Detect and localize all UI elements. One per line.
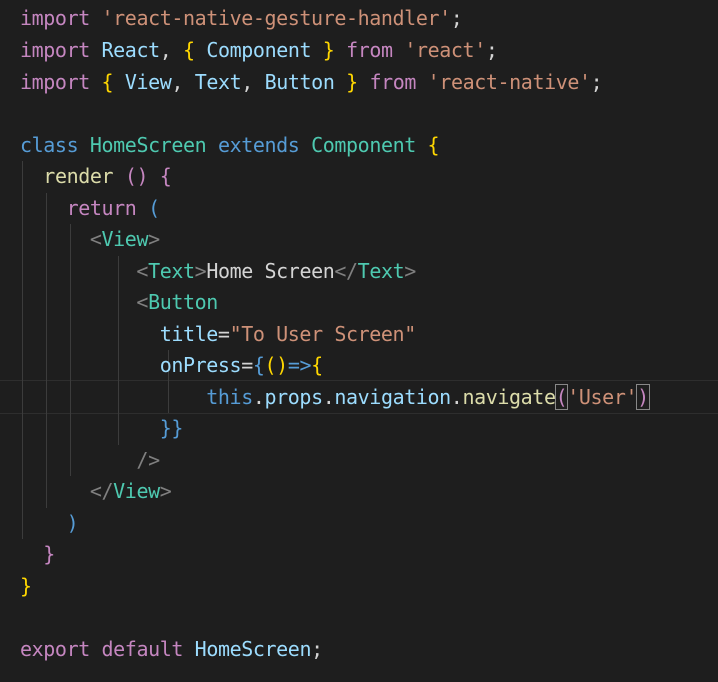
string-route: 'User' xyxy=(567,385,638,409)
tag-bracket: < xyxy=(89,227,102,251)
arrow: => xyxy=(287,353,312,377)
string-module: 'react-native-gesture-handler' xyxy=(101,6,452,30)
import-named: View xyxy=(124,70,172,94)
keyword-class: class xyxy=(20,133,79,157)
code-line-15[interactable]: /> xyxy=(20,445,160,475)
code-line-14[interactable]: }} xyxy=(20,413,184,443)
code-line-10[interactable]: <Button xyxy=(20,287,218,317)
class-name: HomeScreen xyxy=(89,133,207,157)
jsx-tag-view: View xyxy=(113,479,160,503)
paren-open: ( xyxy=(554,384,569,410)
brace-open: { xyxy=(183,38,195,62)
code-line-21[interactable]: export default HomeScreen; xyxy=(20,634,323,664)
tag-bracket: < xyxy=(136,290,149,314)
parens: () xyxy=(264,353,289,377)
semicolon: ; xyxy=(450,6,463,30)
code-line-3[interactable]: import { View, Text, Button } from 'reac… xyxy=(20,67,603,97)
keyword-import: import xyxy=(20,70,90,94)
equals: = xyxy=(217,322,230,346)
string-module: 'react' xyxy=(404,38,486,62)
comma: , xyxy=(241,70,253,94)
code-line-13[interactable]: this.props.navigation.navigate('User') xyxy=(20,382,650,412)
brace-close: } xyxy=(43,542,55,566)
code-editor[interactable]: import 'react-native-gesture-handler'; i… xyxy=(0,0,718,682)
tag-bracket: </ xyxy=(89,479,114,503)
brace-open: { xyxy=(311,353,323,377)
import-default: React xyxy=(101,38,161,62)
comma: , xyxy=(171,70,184,94)
prop-props: props xyxy=(264,385,324,409)
paren-open: ( xyxy=(148,196,160,220)
code-line-11[interactable]: title="To User Screen" xyxy=(20,319,417,349)
keyword-extends: extends xyxy=(217,133,300,157)
brace-close: } xyxy=(322,38,335,62)
tag-bracket: </ xyxy=(334,259,358,283)
code-line-16[interactable]: </View> xyxy=(20,476,172,506)
keyword-from: from xyxy=(369,70,417,94)
parens: () xyxy=(124,164,149,188)
import-named: Component xyxy=(206,38,312,62)
jsx-attr-title: title xyxy=(159,322,219,346)
keyword-from: from xyxy=(346,38,393,62)
keyword-this: this xyxy=(206,385,253,409)
code-line-18[interactable]: } xyxy=(20,539,55,569)
jsx-tag-text: Text xyxy=(357,259,405,283)
import-named: Button xyxy=(264,70,335,94)
semicolon: ; xyxy=(311,637,323,661)
code-line-6[interactable]: render () { xyxy=(20,161,172,191)
code-line-12[interactable]: onPress={()=>{ xyxy=(20,350,323,380)
brace-close: } xyxy=(346,70,358,94)
import-named: Text xyxy=(194,70,242,94)
semicolon: ; xyxy=(485,38,498,62)
prop-navigation: navigation xyxy=(334,385,451,409)
jsx-tag-button: Button xyxy=(148,290,218,314)
tag-bracket: > xyxy=(148,227,160,251)
brace-open: { xyxy=(427,133,440,157)
export-name: HomeScreen xyxy=(194,637,312,661)
string-title: "To User Screen" xyxy=(229,322,417,346)
code-line-5[interactable]: class HomeScreen extends Component { xyxy=(20,130,440,160)
code-line-19[interactable]: } xyxy=(20,571,32,601)
code-line-8[interactable]: <View> xyxy=(20,224,160,254)
jsx-tag-view: View xyxy=(101,227,149,251)
brace-close: }} xyxy=(159,416,184,440)
keyword-return: return xyxy=(66,196,137,220)
brace-open: { xyxy=(101,70,114,94)
tag-self-close: /> xyxy=(136,448,160,472)
dot: . xyxy=(252,385,265,409)
keyword-export: export xyxy=(20,637,90,661)
comma: , xyxy=(159,38,172,62)
jsx-text: Home Screen xyxy=(206,259,335,283)
code-line-9[interactable]: <Text>Home Screen</Text> xyxy=(20,256,416,286)
string-module: 'react-native' xyxy=(427,70,591,94)
method-render: render xyxy=(43,164,114,188)
jsx-attr-onpress: onPress xyxy=(159,353,242,377)
dot: . xyxy=(450,385,463,409)
tag-bracket: > xyxy=(404,259,416,283)
keyword-default: default xyxy=(101,637,184,661)
method-navigate: navigate xyxy=(462,385,556,409)
brace-close: } xyxy=(20,574,32,598)
paren-close: ) xyxy=(636,384,650,410)
brace-open: { xyxy=(159,164,172,188)
semicolon: ; xyxy=(590,70,603,94)
code-line-1[interactable]: import 'react-native-gesture-handler'; xyxy=(20,3,463,33)
keyword-import: import xyxy=(20,6,90,30)
code-line-7[interactable]: return ( xyxy=(20,193,161,223)
brace-open: { xyxy=(252,353,265,377)
jsx-tag-text: Text xyxy=(148,259,195,283)
code-line-17[interactable]: ) xyxy=(20,508,79,538)
tag-bracket: > xyxy=(194,259,207,283)
dot: . xyxy=(322,385,335,409)
paren-close: ) xyxy=(66,511,79,535)
code-line-2[interactable]: import React, { Component } from 'react'… xyxy=(20,35,498,65)
tag-bracket: > xyxy=(159,479,172,503)
base-class: Component xyxy=(311,133,416,157)
keyword-import: import xyxy=(20,38,90,62)
tag-bracket: < xyxy=(136,259,149,283)
equals: = xyxy=(241,353,253,377)
